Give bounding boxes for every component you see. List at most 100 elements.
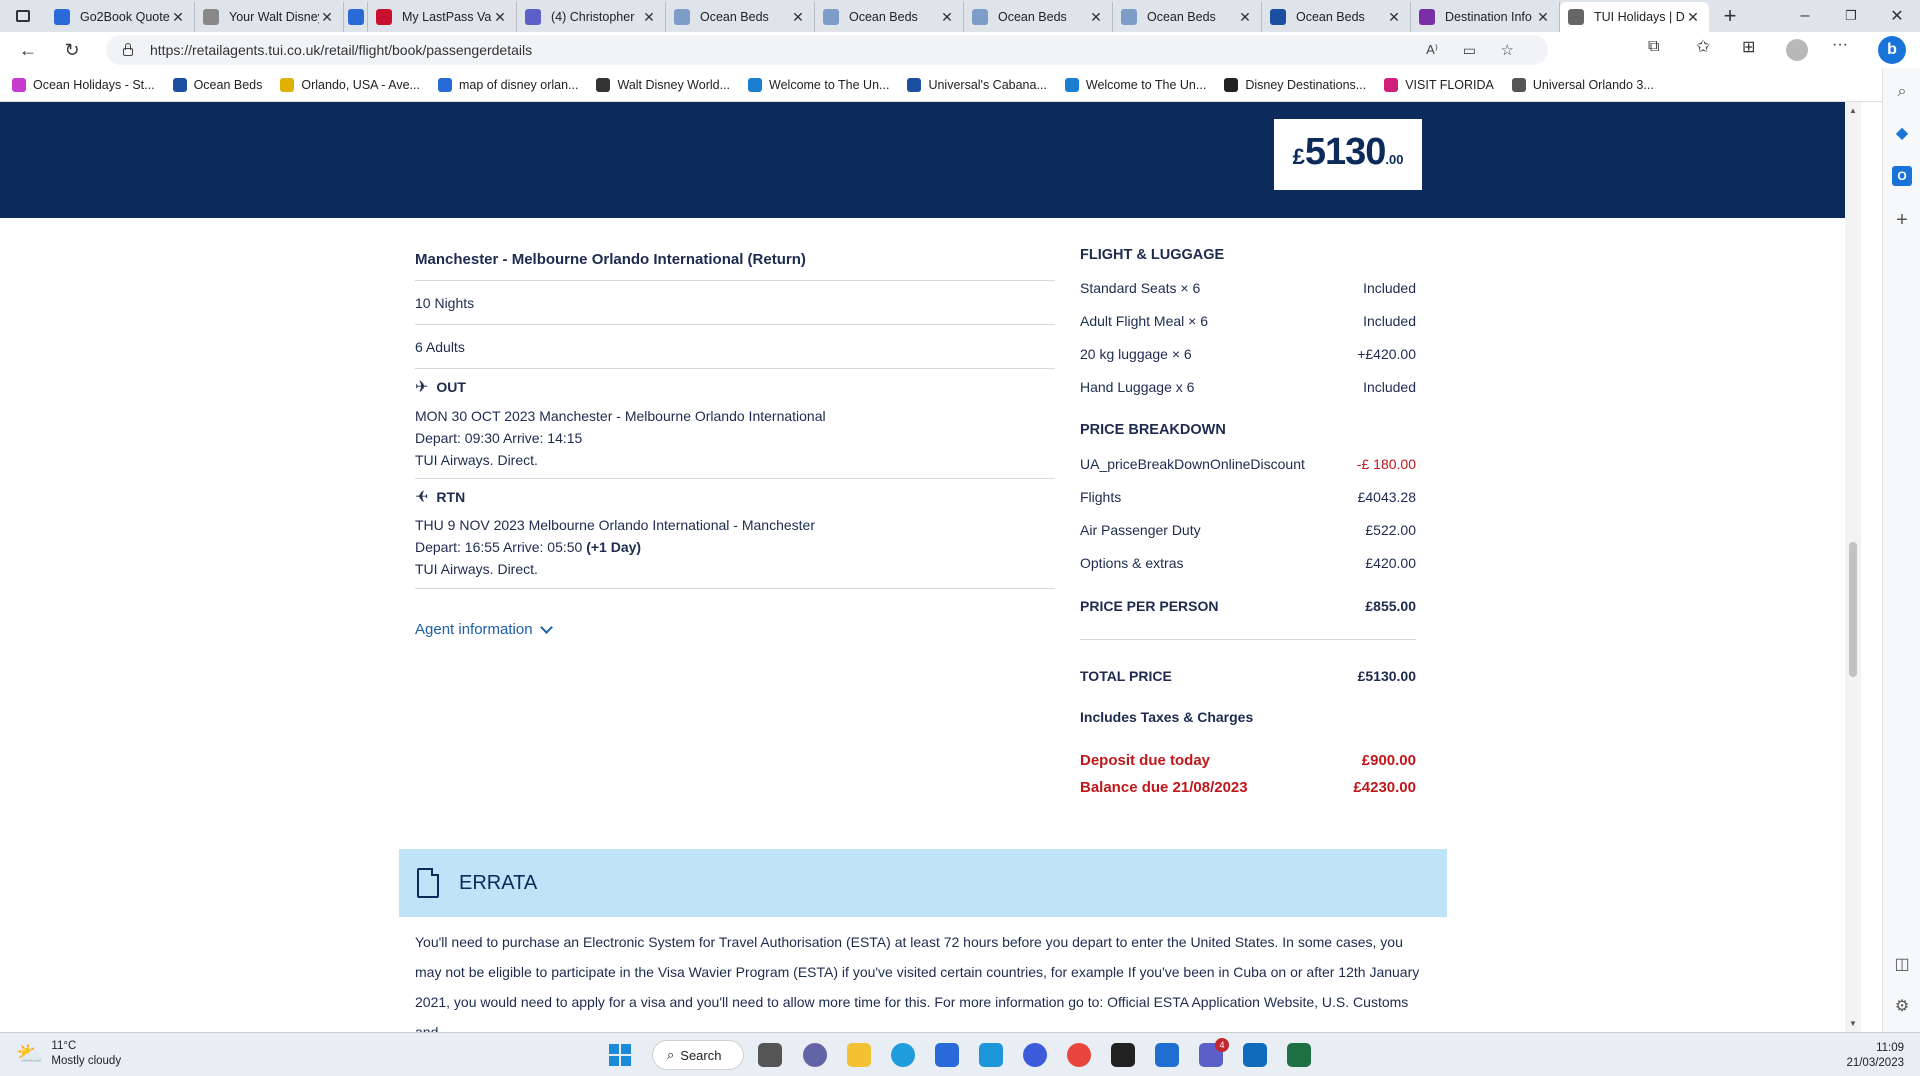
ppp-label: PRICE PER PERSON (1080, 598, 1219, 614)
close-window-button[interactable]: ✕ (1874, 6, 1920, 26)
refresh-button[interactable]: ↻ (54, 34, 90, 66)
edge-icon[interactable] (891, 1043, 915, 1067)
app-wo-icon[interactable] (1111, 1043, 1135, 1067)
bookmark-item[interactable]: map of disney orlan... (437, 77, 578, 92)
app-l-icon[interactable] (979, 1043, 1003, 1067)
browser-tab[interactable]: Ocean Beds ✕ (964, 2, 1113, 32)
app-arc-icon[interactable] (1023, 1043, 1047, 1067)
browser-tab[interactable]: Ocean Beds ✕ (815, 2, 964, 32)
balance-row: Balance due 21/08/2023 £4230.00 (1080, 779, 1416, 796)
browser-tab[interactable]: Ocean Beds ✕ (1113, 2, 1262, 32)
return-carrier: TUI Airways. Direct. (415, 561, 538, 577)
tab-close-icon[interactable]: ✕ (1685, 9, 1701, 26)
bookmark-item[interactable]: Disney Destinations... (1224, 77, 1366, 92)
teams-chat-icon[interactable] (803, 1043, 827, 1067)
outlook-taskbar-icon[interactable] (1243, 1043, 1267, 1067)
shopping-icon[interactable]: ◆ (1892, 124, 1912, 144)
lock-icon[interactable] (120, 42, 136, 58)
tab-close-icon[interactable]: ✕ (170, 9, 186, 26)
new-tab-button[interactable]: + (1715, 3, 1745, 29)
pb-label: Options & extras (1080, 555, 1184, 571)
tab-close-icon[interactable]: ✕ (1535, 9, 1551, 26)
add-favorite-icon[interactable]: ☆ (1501, 41, 1514, 59)
tab-close-icon[interactable]: ✕ (641, 9, 657, 26)
profile-avatar[interactable] (1786, 39, 1808, 61)
browser-tab[interactable]: Ocean Beds ✕ (1262, 2, 1411, 32)
bookmark-item[interactable]: Orlando, USA - Ave... (280, 77, 420, 92)
bookmark-item[interactable]: Ocean Holidays - St... (12, 77, 155, 92)
url-field[interactable]: https://retailagents.tui.co.uk/retail/fl… (106, 35, 1548, 65)
task-view-icon[interactable] (758, 1043, 782, 1067)
total-value: £5130.00 (1357, 668, 1416, 684)
tab-close-icon[interactable]: ✕ (790, 9, 806, 26)
browser-tab[interactable]: (4) Christopher ✕ (517, 2, 666, 32)
copilot-icon[interactable]: b (1878, 36, 1906, 64)
browser-tab[interactable] (344, 2, 368, 32)
browser-tab[interactable]: Your Walt Disney ✕ (195, 2, 344, 32)
tab-title: Ocean Beds (849, 10, 918, 24)
tab-close-icon[interactable]: ✕ (319, 9, 335, 26)
tab-close-icon[interactable]: ✕ (1088, 9, 1104, 26)
bookmark-label: Orlando, USA - Ave... (301, 77, 420, 92)
taskbar-search[interactable]: ⌕ Search (652, 1040, 744, 1070)
app-blue-icon[interactable] (1155, 1043, 1179, 1067)
add-icon[interactable]: + (1892, 210, 1912, 230)
page-scrollbar[interactable]: ▲ ▼ (1845, 102, 1861, 1032)
bookmark-item[interactable]: VISIT FLORIDA (1384, 77, 1494, 92)
agent-information-toggle[interactable]: Agent information (415, 620, 1055, 638)
sidebar-toggle-icon[interactable]: ◫ (1892, 955, 1912, 975)
file-explorer-icon[interactable] (847, 1043, 871, 1067)
edge-sidebar: ⌕ ◆ O + ◫ ⚙ (1882, 68, 1920, 1032)
app-available-icon[interactable]: ▭ (1463, 42, 1476, 59)
gear-icon[interactable]: ⚙ (1892, 997, 1912, 1017)
return-label: RTN (436, 489, 466, 505)
scroll-down-icon[interactable]: ▼ (1849, 1019, 1857, 1028)
weather-widget[interactable]: ⛅ 11°C Mostly cloudy (16, 1039, 121, 1069)
tab-close-icon[interactable]: ✕ (939, 9, 955, 26)
bookmark-item[interactable]: Welcome to The Un... (1064, 77, 1206, 92)
pb-value: £420.00 (1365, 555, 1416, 571)
total-label: TOTAL PRICE (1080, 668, 1172, 684)
back-button[interactable]: ← (10, 34, 46, 66)
bookmark-item[interactable]: Welcome to The Un... (748, 77, 889, 92)
excel-icon[interactable] (1287, 1043, 1311, 1067)
clock[interactable]: 11:09 21/03/2023 (1846, 1041, 1904, 1071)
collections-icon[interactable]: ⊞ (1742, 37, 1755, 57)
tab-close-icon[interactable]: ✕ (1237, 9, 1253, 26)
restore-button[interactable]: ❐ (1828, 8, 1874, 24)
fl-value: Included (1363, 379, 1416, 395)
read-aloud-icon[interactable]: A⁾ (1426, 42, 1438, 58)
outlook-icon[interactable]: O (1892, 166, 1912, 186)
bookmark-item[interactable]: Ocean Beds (172, 77, 262, 92)
minimize-button[interactable]: – (1782, 7, 1828, 25)
flight-luggage-row: Standard Seats × 6 Included (1080, 280, 1416, 296)
fl-value: +£420.00 (1357, 346, 1416, 362)
bookmark-item[interactable]: Universal Orlando 3... (1511, 77, 1654, 92)
tab-favicon-icon (1121, 9, 1137, 25)
pb-label: Flights (1080, 489, 1122, 505)
start-button[interactable] (609, 1044, 631, 1066)
favorites-icon[interactable]: ✩ (1696, 37, 1710, 57)
search-icon[interactable]: ⌕ (1892, 82, 1912, 102)
tab-title: Go2Book Quote (80, 10, 170, 24)
tab-title: Ocean Beds (998, 10, 1067, 24)
bookmark-item[interactable]: Universal's Cabana... (907, 77, 1047, 92)
browser-tab[interactable]: My LastPass Va ✕ (368, 2, 517, 32)
browser-tab[interactable]: Ocean Beds ✕ (666, 2, 815, 32)
scroll-thumb[interactable] (1849, 542, 1857, 677)
browser-tab[interactable]: TUI Holidays | D ✕ (1560, 2, 1709, 32)
browser-tab[interactable]: Destination Info ✕ (1411, 2, 1560, 32)
tab-actions-icon[interactable] (0, 0, 46, 32)
search-glass-icon: ⌕ (667, 1047, 675, 1062)
agent-information-label: Agent information (415, 621, 533, 638)
tab-close-icon[interactable]: ✕ (492, 9, 508, 26)
bookmark-item[interactable]: Walt Disney World... (596, 77, 730, 92)
browser-tab[interactable]: Go2Book Quote ✕ (46, 2, 195, 32)
chrome-icon[interactable] (1067, 1043, 1091, 1067)
tab-close-icon[interactable]: ✕ (1386, 9, 1402, 26)
settings-more-icon[interactable]: ··· (1832, 36, 1848, 54)
scroll-up-icon[interactable]: ▲ (1849, 106, 1857, 115)
store-icon[interactable] (935, 1043, 959, 1067)
extensions-icon[interactable]: ⧉ (1648, 38, 1659, 56)
flight-luggage-row: Hand Luggage x 6 Included (1080, 379, 1416, 395)
